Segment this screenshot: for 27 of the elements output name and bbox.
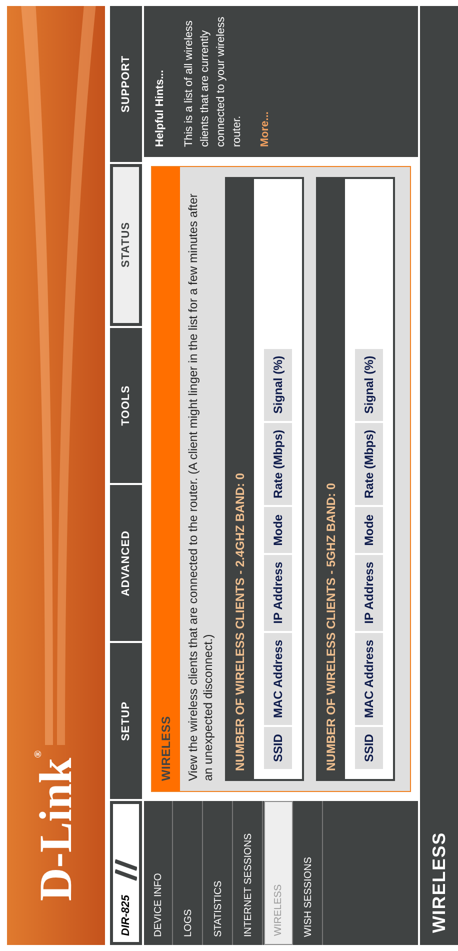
section-title: WIRELESS [152,167,180,791]
column-header: Rate (Mbps) [264,422,292,506]
column-header: Rate (Mbps) [355,422,383,506]
nav-tab[interactable]: TOOLS [110,328,142,484]
section-header: NUMBER OF WIRELESS CLIENTS - 5GHZ BAND: 0 [316,177,345,781]
nav-tab[interactable]: SETUP [110,643,142,799]
brand-logo: D-Link® [29,749,82,901]
footer-label: WIRELESS [428,832,450,933]
column-header: Signal (%) [264,348,292,421]
column-header: Mode [264,507,292,553]
column-header: MAC Address [264,632,292,725]
nav-tab[interactable]: ADVANCED [110,485,142,642]
column-header: IP Address [264,554,292,631]
model-name: DIR-825 [118,895,133,936]
nav-tab[interactable]: SUPPORT [110,6,142,162]
column-header: SSID [355,726,383,769]
column-header: IP Address [355,554,383,631]
column-header: MAC Address [355,632,383,725]
hints-title: Helpful Hints... [153,69,167,147]
column-header: Signal (%) [355,348,383,421]
hints-text: This is a list of all wireless clients that are currently connected to your wireless router. [182,16,244,147]
description-text: View the wireless clients that are connected to the router. (A client might linger in the list for a few minutes after an unexpected disconnect.) [185,192,216,783]
column-header: SSID [264,726,292,769]
section-header: NUMBER OF WIRELESS CLIENTS - 2.4GHZ BAND: 0 [225,177,254,781]
more-link[interactable]: More... [256,16,273,147]
nav-tab[interactable]: STATUS [110,164,142,326]
column-header: Mode [355,507,383,553]
